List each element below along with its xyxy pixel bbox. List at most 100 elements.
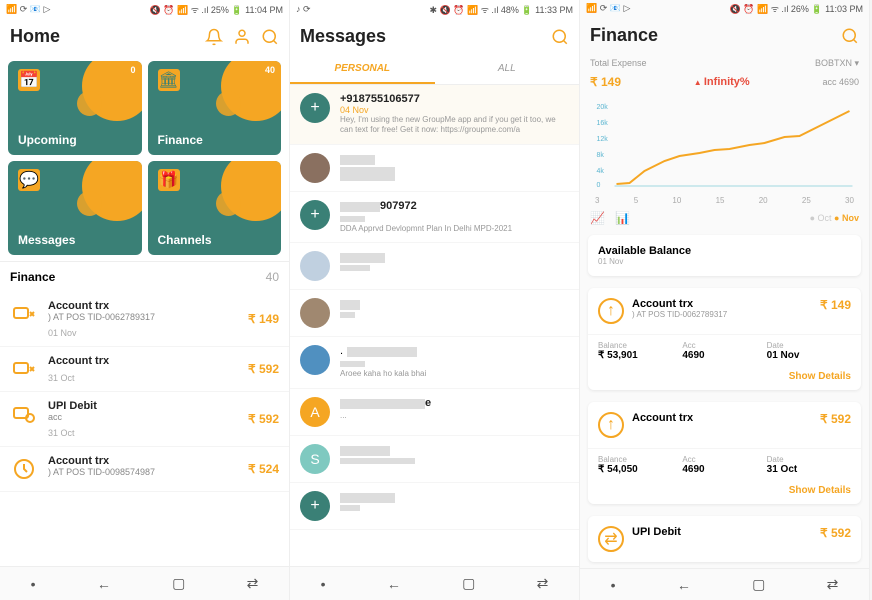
trx-row[interactable]: UPI Debit acc 31 Oct ₹ 592	[0, 392, 289, 447]
msg-row[interactable]: + 907972 DDA Apprvd Devlopmnt Plan In De…	[290, 192, 579, 243]
status-right: 🔇 ⏰ 📶 ᯤ .ıl 25% 🔋 11:04 PM	[150, 3, 283, 16]
msg-row[interactable]	[290, 243, 579, 290]
total-expense-row: Total Expense BOBTXN ▾	[580, 54, 869, 73]
card-channels[interactable]: 🎁 Channels	[148, 161, 282, 255]
search-icon[interactable]	[261, 28, 279, 46]
tab-all[interactable]: ALL	[435, 55, 580, 84]
up-arrow-icon: ↑	[598, 412, 624, 438]
section-title: Finance	[10, 270, 55, 284]
msg-row[interactable]: + +918755106577 04 Nov Hey, I'm using th…	[290, 85, 579, 145]
nav-back[interactable]: ←	[387, 576, 401, 592]
show-details-button[interactable]: Show Details	[588, 367, 861, 390]
trx-sub: acc	[48, 412, 238, 422]
trx-amount: ₹ 592	[820, 526, 851, 540]
trx-card[interactable]: ↑ Account trx ) AT POS TID-0062789317 ₹ …	[588, 288, 861, 390]
svg-text:12k: 12k	[597, 136, 609, 143]
msg-row[interactable]: S	[290, 436, 579, 483]
screen-messages: ♪ ⟳ ✱ 🔇 ⏰ 📶 ᯤ .ıl 48% 🔋 11:33 PM Message…	[290, 0, 580, 600]
card-grid: 0 📅 Upcoming 40 🏛 Finance 💬 Messages 🎁 C…	[0, 55, 289, 261]
trx-sub: ) AT POS TID-0062789317	[48, 312, 238, 322]
msg-title: +918755106577	[340, 93, 569, 105]
screen-finance: 📶 ⟳ 📧 ▷ 🔇 ⏰ 📶 ᯤ .ıl 26% 🔋 11:03 PM Finan…	[580, 0, 870, 600]
trx-row[interactable]: Account trx 31 Oct ₹ 592	[0, 347, 289, 392]
nav-bar: • ← ▢ ⇄	[290, 566, 579, 600]
trx-card[interactable]: ⇄ UPI Debit ₹ 592	[588, 516, 861, 562]
calendar-icon: 📅	[18, 69, 40, 91]
msg-row[interactable]	[290, 145, 579, 192]
msg-title-suffix: e	[425, 397, 431, 411]
user-icon[interactable]	[233, 28, 251, 46]
msg-row[interactable]: . Aroee kaha ho kala bhai	[290, 337, 579, 388]
message-list: + +918755106577 04 Nov Hey, I'm using th…	[290, 85, 579, 566]
nav-dot[interactable]: •	[31, 576, 36, 592]
trx-icon	[10, 300, 38, 328]
search-icon[interactable]	[841, 27, 859, 45]
search-icon[interactable]	[551, 28, 569, 46]
status-bar: 📶 ⟳ 📧 ▷ 🔇 ⏰ 📶 ᯤ .ıl 25% 🔋 11:04 PM	[0, 0, 289, 18]
msg-row[interactable]: A e ...	[290, 389, 579, 436]
status-bar: ♪ ⟳ ✱ 🔇 ⏰ 📶 ᯤ .ıl 48% 🔋 11:33 PM	[290, 0, 579, 18]
transaction-list: Account trx ) AT POS TID-0062789317 01 N…	[0, 292, 289, 566]
chart-line-toggle[interactable]: 📈	[590, 211, 605, 225]
section-count: 40	[266, 270, 279, 284]
trx-row[interactable]: Account trx ) AT POS TID-0098574987 ₹ 52…	[0, 447, 289, 492]
total-label: Total Expense	[590, 58, 647, 69]
trx-amount: ₹ 149	[248, 312, 279, 326]
avatar	[300, 298, 330, 328]
gift-icon: 🎁	[158, 169, 180, 191]
nav-dot[interactable]: •	[611, 577, 616, 593]
trx-icon	[10, 455, 38, 483]
card-label: Messages	[18, 233, 75, 247]
trx-title: Account trx	[48, 355, 238, 367]
trx-amount: ₹ 592	[820, 412, 851, 426]
nav-switch[interactable]: ⇄	[247, 575, 259, 592]
trx-title: Account trx	[48, 455, 238, 467]
chart-legend: ● Oct ● Nov	[810, 213, 859, 223]
page-title: Finance	[590, 25, 831, 46]
total-amount: ₹ 149	[590, 75, 621, 89]
card-label: Channels	[158, 233, 212, 247]
card-upcoming[interactable]: 0 📅 Upcoming	[8, 61, 142, 155]
avatar-add-icon: +	[300, 200, 330, 230]
nav-recents[interactable]: ▢	[752, 576, 765, 593]
nav-back[interactable]: ←	[97, 576, 111, 592]
msg-body: Hey, I'm using the new GroupMe app and i…	[340, 115, 569, 136]
show-details-button[interactable]: Show Details	[588, 481, 861, 504]
svg-text:8k: 8k	[597, 152, 605, 159]
msg-row[interactable]	[290, 290, 579, 337]
chart-bar-toggle[interactable]: 📊	[615, 211, 630, 225]
card-messages[interactable]: 💬 Messages	[8, 161, 142, 255]
msg-body: Aroee kaha ho kala bhai	[340, 369, 569, 379]
nav-recents[interactable]: ▢	[462, 575, 475, 592]
nav-dot[interactable]: •	[321, 576, 326, 592]
msg-title-suffix: 907972	[380, 200, 417, 214]
nav-switch[interactable]: ⇄	[537, 575, 549, 592]
svg-text:16k: 16k	[597, 120, 609, 127]
nav-recents[interactable]: ▢	[172, 575, 185, 592]
total-amount-row: ₹ 149 Infinity% acc 4690	[580, 73, 869, 97]
trx-date: 31 Oct	[48, 428, 238, 438]
nav-bar: • ← ▢ ⇄	[0, 566, 289, 600]
bell-icon[interactable]	[205, 28, 223, 46]
trx-card[interactable]: ↑ Account trx ₹ 592 Balance₹ 54,050 Acc4…	[588, 402, 861, 504]
status-left: 📶 ⟳ 📧 ▷	[6, 4, 50, 15]
nav-back[interactable]: ←	[677, 577, 691, 593]
card-finance[interactable]: 40 🏛 Finance	[148, 61, 282, 155]
trx-row[interactable]: Account trx ) AT POS TID-0062789317 01 N…	[0, 292, 289, 347]
tab-personal[interactable]: PERSONAL	[290, 55, 435, 84]
trx-sub: ) AT POS TID-0098574987	[48, 467, 238, 477]
nav-switch[interactable]: ⇄	[827, 576, 839, 593]
msg-row[interactable]: +	[290, 483, 579, 530]
trx-amount: ₹ 592	[248, 362, 279, 376]
section-header: Finance 40	[0, 261, 289, 292]
avatar	[300, 251, 330, 281]
svg-text:4k: 4k	[597, 168, 605, 175]
msg-body: ...	[340, 411, 569, 421]
svg-text:0: 0	[597, 182, 601, 189]
account-dropdown[interactable]: BOBTXN ▾	[815, 58, 859, 69]
account-label: acc 4690	[822, 77, 859, 87]
avatar-letter: A	[300, 397, 330, 427]
balance-card[interactable]: Available Balance 01 Nov	[588, 235, 861, 276]
balance-date: 01 Nov	[598, 257, 851, 266]
trx-title: UPI Debit	[48, 400, 238, 412]
